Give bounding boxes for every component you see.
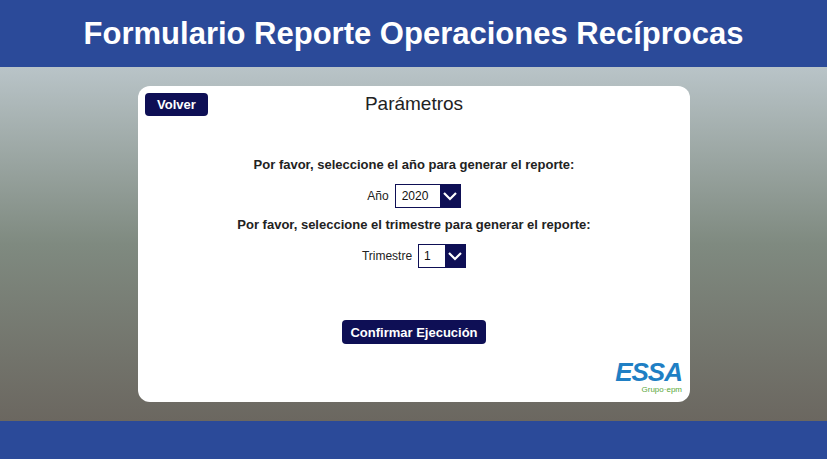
- page-title: Formulario Reporte Operaciones Recíproca…: [84, 18, 744, 49]
- card-wrapper: Volver Parámetros Por favor, seleccione el…: [0, 67, 827, 402]
- field-row: Año 2020: [367, 184, 460, 208]
- header-bar: Formulario Reporte Operaciones Recíproca…: [0, 0, 827, 67]
- chevron-down-icon[interactable]: [445, 245, 465, 267]
- select-dropdown[interactable]: 1: [418, 244, 466, 268]
- field-row: Trimestre 1: [362, 244, 466, 268]
- back-button[interactable]: Volver: [145, 93, 208, 116]
- content-area: Volver Parámetros Por favor, seleccione el…: [0, 67, 827, 421]
- select-dropdown[interactable]: 2020: [395, 184, 461, 208]
- footer-bar: [0, 421, 827, 459]
- field-label: Trimestre: [362, 247, 412, 265]
- confirm-button[interactable]: Confirmar Ejecución: [342, 320, 485, 344]
- parameters-card: Volver Parámetros Por favor, seleccione el…: [138, 86, 690, 402]
- logo-name: ESSA: [615, 359, 682, 385]
- field-label: Año: [367, 187, 388, 205]
- chevron-down-icon[interactable]: [440, 185, 460, 207]
- card-title: Parámetros: [365, 92, 463, 116]
- logo-subtitle: Grupo·epm: [642, 386, 682, 394]
- select-value: 1: [419, 245, 445, 267]
- field-prompt: Por favor, seleccione el año para genera…: [254, 156, 575, 174]
- field-prompt: Por favor, seleccione el trimestre para …: [237, 216, 590, 234]
- essa-logo: ESSAGrupo·epm: [615, 359, 682, 394]
- select-value: 2020: [396, 185, 440, 207]
